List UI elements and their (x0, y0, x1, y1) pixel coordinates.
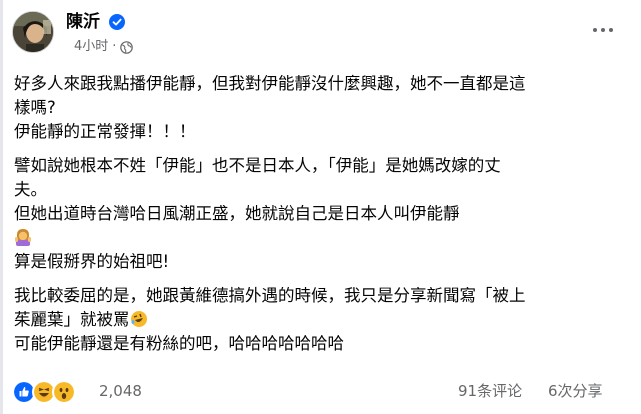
more-options-button[interactable] (583, 20, 623, 40)
post-meta: 4小时 · (74, 38, 134, 56)
text-line: 可能伊能靜還是有粉絲的吧，哈哈哈哈哈哈哈 (14, 334, 344, 353)
comments-count-link[interactable]: 91条评论 (458, 381, 522, 401)
verified-badge-icon (109, 14, 125, 30)
reaction-count[interactable]: 2,048 (99, 381, 142, 401)
text-segment: 茱麗葉」就被罵 (14, 310, 130, 329)
text-line: 但她出道時台灣哈日風潮正盛，她就說自己是日本人叫伊能靜 (14, 204, 460, 223)
text-line: 我比較委屈的是，她跟黃維德搞外遇的時候，我只是分享新聞寫「被上 (14, 286, 526, 305)
timestamp-link[interactable]: 4小时 (74, 38, 108, 56)
text-line: 樣嗎? (14, 98, 56, 117)
meta-separator: · (112, 39, 117, 54)
emoji-line (14, 226, 626, 250)
more-options-icon (593, 28, 597, 32)
text-line-with-emoji: 茱麗葉」就被罵 (14, 308, 626, 332)
avatar[interactable] (12, 11, 54, 53)
text-line: 好多人來跟我點播伊能靜，但我對伊能靜沒什麼興趣，她不一直都是這 (14, 74, 526, 93)
globe-public-icon[interactable] (120, 40, 134, 54)
more-options-dot (601, 28, 605, 32)
left-border (0, 0, 3, 414)
text-line: 譬如說她根本不姓「伊能」也不是日本人，「伊能」是她媽改嫁的丈 (14, 156, 501, 175)
facebook-post: 陳沂 4小时 · 好多人來跟我點播伊能靜，但我對伊能靜沒什麼興趣，她不一直都是這… (0, 0, 641, 414)
author-name[interactable]: 陳沂 (66, 11, 100, 33)
avatar-image (13, 12, 53, 52)
reactions-summary[interactable] (12, 380, 76, 404)
text-line: 算是假掰界的始祖吧! (14, 252, 170, 271)
rofl-emoji-icon (130, 311, 147, 327)
more-options-dot (609, 28, 613, 32)
shares-count-link[interactable]: 6次分享 (548, 381, 603, 401)
text-line: 夫。 (14, 180, 47, 199)
wow-reaction-icon (52, 380, 76, 404)
paragraph-2: 譬如說她根本不姓「伊能」也不是日本人，「伊能」是她媽改嫁的丈 夫。 但她出道時台… (14, 154, 626, 274)
text-line: 伊能靜的正常發揮！！！ (14, 122, 196, 141)
post-message: 好多人來跟我點播伊能靜，但我對伊能靜沒什麼興趣，她不一直都是這 樣嗎? 伊能靜的… (14, 72, 626, 356)
paragraph-1: 好多人來跟我點播伊能靜，但我對伊能靜沒什麼興趣，她不一直都是這 樣嗎? 伊能靜的… (14, 72, 626, 144)
paragraph-3: 我比較委屈的是，她跟黃維德搞外遇的時候，我只是分享新聞寫「被上 茱麗葉」就被罵 … (14, 284, 626, 356)
woman-gesturing-emoji-icon (15, 229, 31, 246)
